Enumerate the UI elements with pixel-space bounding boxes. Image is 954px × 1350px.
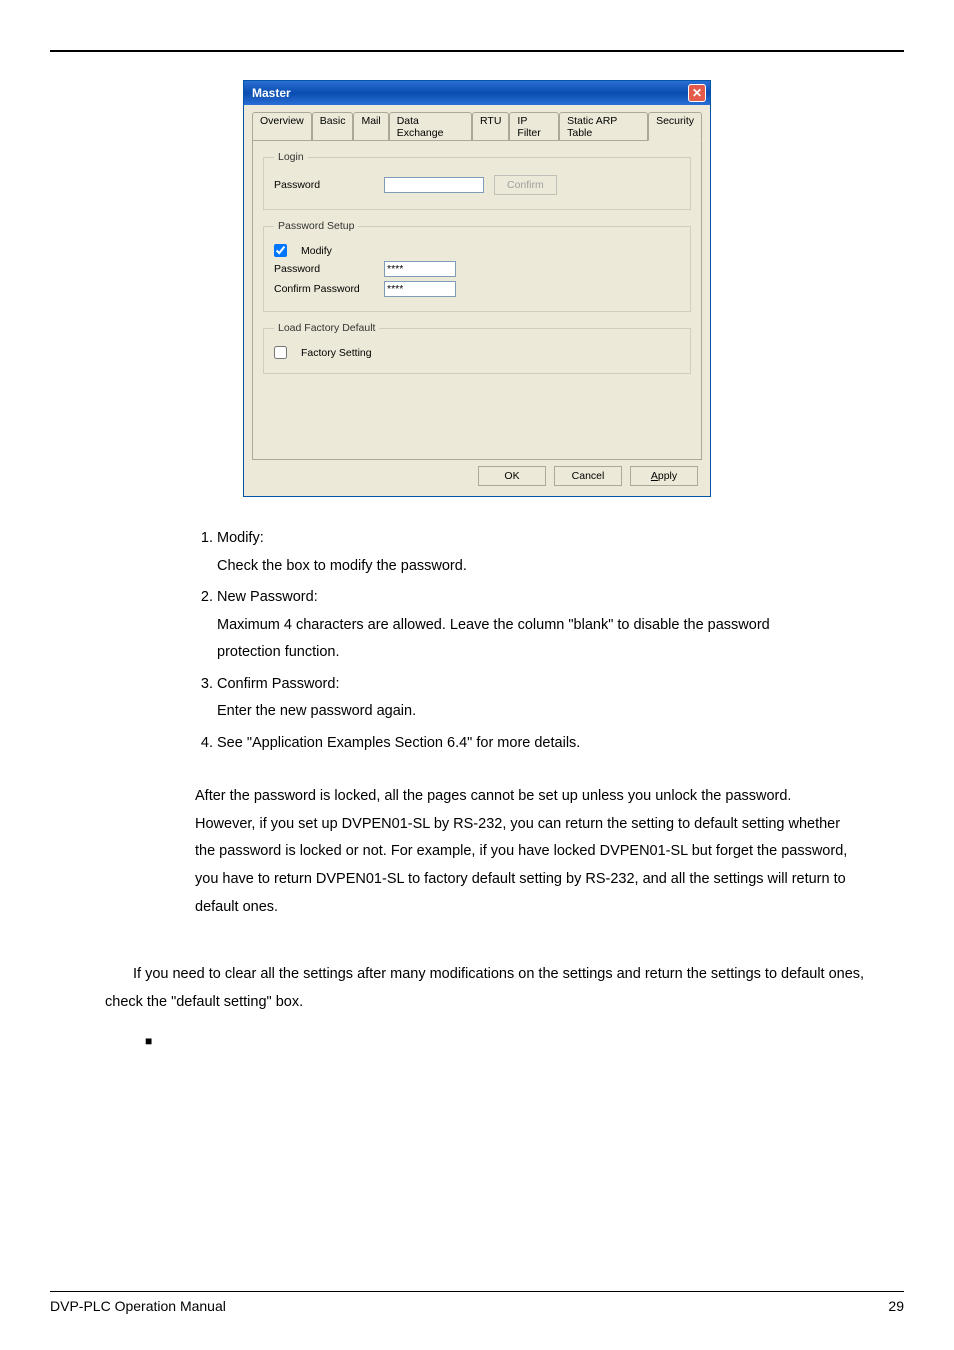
tab-static-arp[interactable]: Static ARP Table bbox=[559, 112, 648, 141]
setup-password-label: Password bbox=[274, 263, 374, 275]
tab-basic[interactable]: Basic bbox=[312, 112, 354, 141]
login-password-label: Password bbox=[274, 179, 374, 191]
list-item: New Password: Maximum 4 characters are a… bbox=[217, 584, 809, 667]
tab-rtu[interactable]: RTU bbox=[472, 112, 509, 141]
item-title: Modify: bbox=[217, 530, 264, 546]
bullet-marker: ■ bbox=[145, 1034, 889, 1048]
tab-strip: Overview Basic Mail Data Exchange RTU IP… bbox=[252, 111, 702, 140]
factory-legend: Load Factory Default bbox=[274, 322, 379, 334]
list-item: Modify: Check the box to modify the pass… bbox=[217, 525, 809, 580]
list-item: Confirm Password: Enter the new password… bbox=[217, 671, 809, 726]
item-desc: Check the box to modify the password. bbox=[217, 558, 467, 574]
password-setup-group: Password Setup Modify Password Confirm P… bbox=[263, 220, 691, 312]
page-footer: DVP-PLC Operation Manual 29 bbox=[50, 1291, 904, 1314]
master-dialog: Master ✕ Overview Basic Mail Data Exchan… bbox=[243, 80, 711, 497]
ok-button[interactable]: OK bbox=[478, 466, 546, 486]
modify-checkbox[interactable] bbox=[274, 244, 287, 257]
tab-overview[interactable]: Overview bbox=[252, 112, 312, 141]
login-password-input[interactable] bbox=[384, 177, 484, 193]
dialog-title: Master bbox=[252, 86, 291, 100]
login-legend: Login bbox=[274, 151, 308, 163]
login-group: Login Password Confirm bbox=[263, 151, 691, 210]
item-title: See "Application Examples Section 6.4" f… bbox=[217, 735, 580, 751]
factory-checkbox[interactable] bbox=[274, 346, 287, 359]
setup-confirm-label: Confirm Password bbox=[274, 283, 374, 295]
login-confirm-button[interactable]: Confirm bbox=[494, 175, 557, 195]
close-icon[interactable]: ✕ bbox=[688, 84, 706, 102]
password-setup-legend: Password Setup bbox=[274, 220, 358, 232]
paragraph-2: If you need to clear all the settings af… bbox=[65, 961, 889, 1016]
item-title: Confirm Password: bbox=[217, 676, 339, 692]
tab-security[interactable]: Security bbox=[648, 112, 702, 141]
setup-password-input[interactable] bbox=[384, 261, 456, 277]
apply-button[interactable]: Apply bbox=[630, 466, 698, 486]
item-desc: Maximum 4 characters are allowed. Leave … bbox=[217, 617, 770, 661]
instruction-list: Modify: Check the box to modify the pass… bbox=[195, 525, 809, 757]
item-title: New Password: bbox=[217, 589, 318, 605]
tab-panel-security: Login Password Confirm Password Setup Mo… bbox=[252, 140, 702, 460]
paragraph-1: After the password is locked, all the pa… bbox=[195, 783, 889, 921]
modify-label: Modify bbox=[301, 245, 332, 257]
titlebar: Master ✕ bbox=[244, 81, 710, 105]
factory-group: Load Factory Default Factory Setting bbox=[263, 322, 691, 374]
footer-left: DVP-PLC Operation Manual bbox=[50, 1298, 226, 1314]
factory-label: Factory Setting bbox=[301, 347, 372, 359]
tab-mail[interactable]: Mail bbox=[353, 112, 388, 141]
dialog-footer: OK Cancel Apply bbox=[252, 460, 702, 488]
cancel-button[interactable]: Cancel bbox=[554, 466, 622, 486]
tab-data-exchange[interactable]: Data Exchange bbox=[389, 112, 472, 141]
item-desc: Enter the new password again. bbox=[217, 703, 416, 719]
list-item: See "Application Examples Section 6.4" f… bbox=[217, 730, 809, 758]
tab-ip-filter[interactable]: IP Filter bbox=[509, 112, 559, 141]
footer-page-number: 29 bbox=[888, 1298, 904, 1314]
setup-confirm-input[interactable] bbox=[384, 281, 456, 297]
